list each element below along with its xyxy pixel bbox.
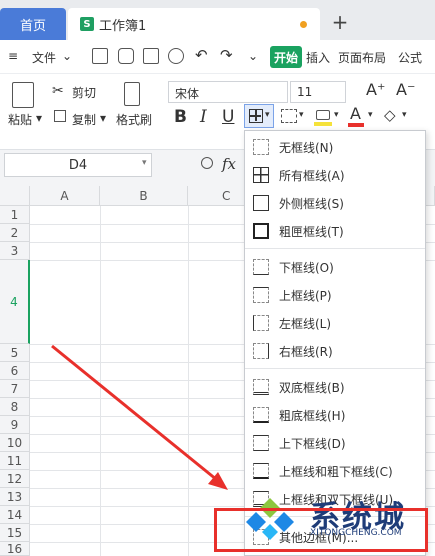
annotation-arrow: [51, 344, 228, 490]
annotation-highlight-box: [214, 508, 428, 552]
